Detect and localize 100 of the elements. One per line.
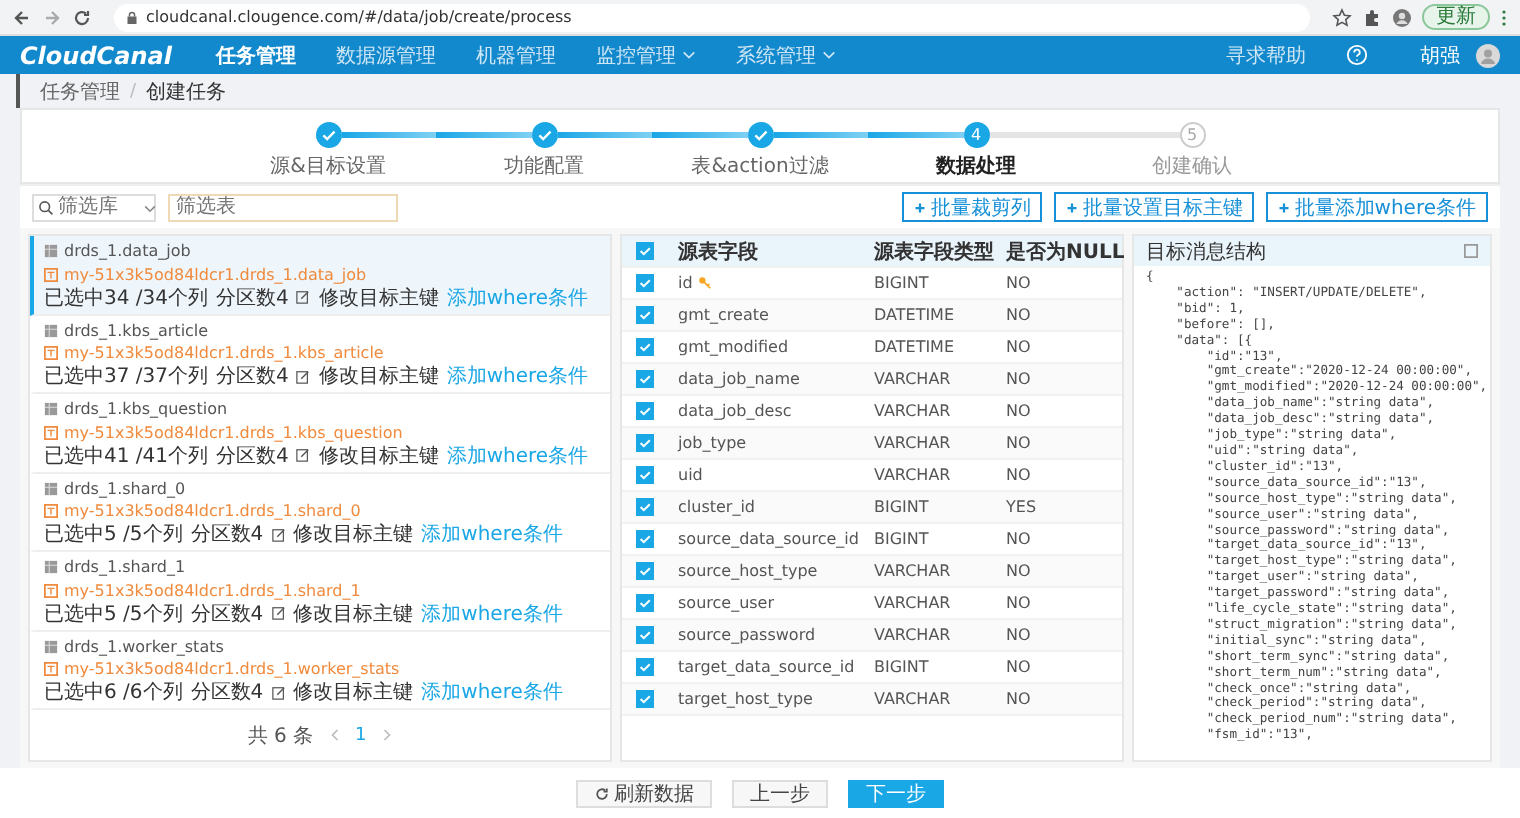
select-all-checkbox[interactable]	[636, 242, 654, 260]
next-button[interactable]: 下一步	[848, 779, 944, 807]
row-checkbox[interactable]	[636, 594, 654, 612]
page-number[interactable]: 1	[355, 725, 367, 745]
table-name: drds_1.kbs_article	[64, 321, 209, 340]
field-name: data_job_name	[678, 370, 800, 388]
update-button[interactable]: 更新	[1422, 4, 1490, 30]
edit-icon[interactable]	[296, 448, 311, 463]
forward-icon[interactable]	[42, 7, 62, 27]
logo[interactable]: CloudCanal	[20, 41, 172, 69]
row-checkbox[interactable]	[636, 370, 654, 388]
row-checkbox[interactable]	[636, 530, 654, 548]
nullable-value: NO	[1006, 402, 1031, 420]
field-name: source_host_type	[678, 562, 818, 580]
add-where-link[interactable]: 添加where条件	[446, 362, 589, 391]
plus-icon	[1066, 201, 1079, 213]
batch-button[interactable]: 批量设置目标主键	[1054, 192, 1255, 222]
table-icon	[44, 323, 58, 338]
user-name[interactable]: 胡强	[1420, 41, 1460, 69]
star-icon[interactable]	[1332, 7, 1352, 27]
row-checkbox[interactable]	[636, 626, 654, 644]
next-page-icon[interactable]	[382, 728, 393, 742]
edit-primary-key-link[interactable]: 修改目标主键	[318, 441, 439, 470]
row-checkbox[interactable]	[636, 402, 654, 420]
row-checkbox[interactable]	[636, 466, 654, 484]
table-icon	[44, 639, 58, 654]
target-icon	[44, 346, 58, 361]
nav-item[interactable]: 任务管理	[215, 41, 296, 69]
row-checkbox[interactable]	[636, 690, 654, 708]
table-list-item[interactable]: drds_1.kbs_question my-51x3k5od84ldcr1.drds_1.kbs_question 已选中41 /41个列 分区数4 修改目标主键 添加where条件	[30, 394, 610, 473]
edit-icon[interactable]	[271, 606, 286, 621]
row-checkbox[interactable]	[636, 306, 654, 324]
edit-primary-key-link[interactable]: 修改目标主键	[318, 362, 439, 391]
table-list-item[interactable]: drds_1.kbs_article my-51x3k5od84ldcr1.drds_1.kbs_article 已选中37 /37个列 分区数4 修改目标主键 添加where条件	[30, 315, 610, 394]
breadcrumb-separator: /	[130, 81, 137, 101]
field-name: source_password	[678, 626, 816, 644]
field-type: VARCHAR	[874, 594, 951, 612]
add-where-link[interactable]: 添加where条件	[421, 678, 563, 707]
edit-primary-key-link[interactable]: 修改目标主键	[293, 678, 414, 707]
caret-icon[interactable]	[821, 50, 836, 60]
puzzle-icon[interactable]	[1362, 7, 1382, 27]
row-checkbox[interactable]	[636, 562, 654, 580]
add-where-link[interactable]: 添加where条件	[421, 520, 563, 549]
batch-button[interactable]: 批量裁剪列	[902, 192, 1043, 222]
field-type: BIGINT	[874, 274, 929, 292]
help-link[interactable]: 寻求帮助	[1226, 41, 1306, 69]
table-list-item[interactable]: drds_1.worker_stats my-51x3k5od84ldcr1.drds_1.worker_stats 已选中6 /6个列 分区数4 修改目标主键 添加where条件	[30, 631, 610, 710]
previous-button[interactable]: 上一步	[732, 779, 828, 807]
expand-icon[interactable]	[1464, 244, 1478, 258]
nav-item[interactable]: 机器管理	[475, 41, 556, 69]
nullable-value: YES	[1006, 498, 1037, 516]
menu-icon[interactable]	[1500, 7, 1508, 27]
edit-primary-key-link[interactable]: 修改目标主键	[293, 520, 414, 549]
column-count: 已选中6 /6个列	[44, 679, 183, 707]
reload-icon[interactable]	[72, 7, 92, 27]
search-icon	[38, 199, 54, 215]
previous-page-icon[interactable]	[329, 728, 339, 742]
caret-icon[interactable]	[681, 50, 696, 60]
avatar-icon[interactable]	[1476, 43, 1500, 67]
add-where-link[interactable]: 添加where条件	[421, 599, 563, 628]
row-checkbox[interactable]	[636, 338, 654, 356]
field-name: cluster_id	[678, 498, 756, 516]
nav-item[interactable]: 数据源管理	[335, 41, 436, 69]
row-checkbox[interactable]	[636, 658, 654, 676]
lock-icon	[126, 9, 138, 25]
edit-primary-key-link[interactable]: 修改目标主键	[293, 599, 414, 628]
breadcrumb-item[interactable]: 任务管理	[40, 77, 120, 105]
table-list-item[interactable]: drds_1.shard_0 my-51x3k5od84ldcr1.drds_1.shard_0 已选中5 /5个列 分区数4 修改目标主键 添加where条件	[30, 473, 610, 552]
table-list-item[interactable]: drds_1.shard_1 my-51x3k5od84ldcr1.drds_1.shard_1 已选中5 /5个列 分区数4 修改目标主键 添加where条件	[30, 552, 610, 631]
edit-icon[interactable]	[296, 290, 311, 305]
add-where-link[interactable]: 添加where条件	[446, 283, 589, 312]
nullable-value: NO	[1006, 370, 1031, 388]
row-checkbox[interactable]	[636, 498, 654, 516]
add-where-link[interactable]: 添加where条件	[446, 441, 589, 470]
edit-primary-key-link[interactable]: 修改目标主键	[318, 283, 439, 312]
table-filter-field[interactable]: 筛选表	[168, 193, 398, 221]
row-checkbox[interactable]	[636, 274, 654, 292]
nav-item[interactable]: 系统管理	[735, 41, 816, 69]
batch-button[interactable]: 批量添加where条件	[1266, 192, 1488, 222]
help-icon[interactable]	[1346, 44, 1368, 66]
field-name: gmt_modified	[678, 338, 789, 356]
plus-icon	[1278, 201, 1291, 213]
edit-icon[interactable]	[271, 527, 286, 542]
edit-icon[interactable]	[271, 685, 286, 700]
address-bar[interactable]: cloudcanal.clougence.com/#/data/job/create/process	[114, 3, 1310, 31]
target-icon	[44, 504, 58, 519]
edit-icon[interactable]	[296, 369, 311, 384]
field-name: job_type	[678, 434, 747, 452]
field-type: BIGINT	[874, 498, 929, 516]
partition-count: 分区数4	[190, 522, 264, 549]
profile-icon[interactable]	[1392, 7, 1412, 27]
field-type: VARCHAR	[874, 402, 951, 420]
table-name: drds_1.shard_0	[64, 479, 186, 498]
refresh-button[interactable]: 刷新数据	[576, 779, 712, 807]
back-icon[interactable]	[12, 7, 32, 27]
breadcrumb-item[interactable]: 创建任务	[146, 77, 227, 105]
nav-item[interactable]: 监控管理	[595, 41, 676, 69]
row-checkbox[interactable]	[636, 434, 654, 452]
table-list-item[interactable]: drds_1.data_job my-51x3k5od84ldcr1.drds_1.data_job 已选中34 /34个列 分区数4 修改目标主键 添加where条件	[30, 236, 610, 315]
nullable-value: NO	[1006, 658, 1031, 676]
